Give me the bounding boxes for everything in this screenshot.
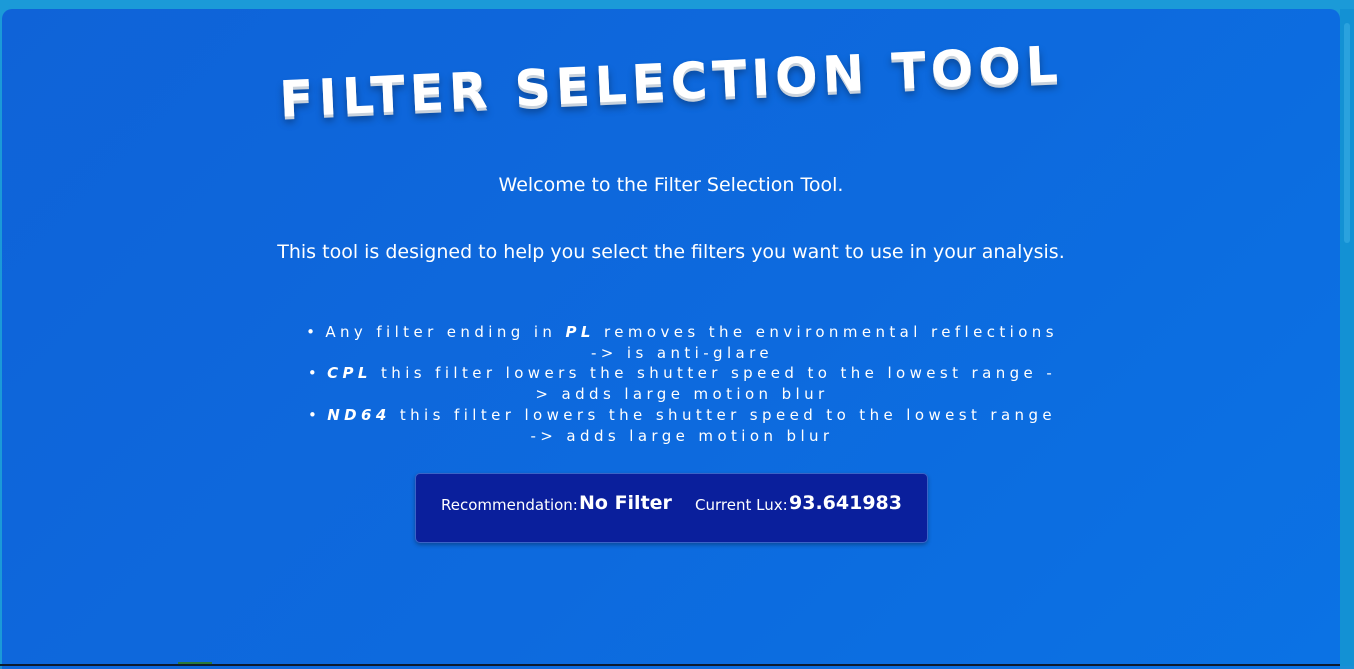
bullet-icon: •	[307, 405, 322, 424]
filter-note-pl: • Any filter ending in PL removes the env…	[302, 322, 1062, 363]
description-text: This tool is designed to help you select…	[277, 241, 1065, 263]
filter-keyword: ND64	[327, 405, 391, 424]
filter-keyword: PL	[565, 323, 595, 341]
filter-notes-list: • Any filter ending in PL removes the env…	[302, 322, 1062, 446]
filter-note-nd64: • ND64 this filter lowers the shutter spe…	[302, 405, 1062, 446]
recommendation-panel: Recommendation: No Filter Current Lux: 9…	[415, 473, 928, 543]
filter-keyword: CPL	[327, 364, 372, 383]
page-title: FILTER SELECTION TOOL	[278, 35, 1064, 129]
note-text-after: this filter lowers the shutter speed to …	[390, 405, 1057, 445]
welcome-text: Welcome to the Filter Selection Tool.	[498, 174, 844, 196]
bullet-icon: •	[307, 364, 322, 383]
recommendation-value: No Filter	[579, 492, 672, 514]
note-text-after: removes the environmental reflections ->…	[590, 323, 1058, 362]
current-lux-label: Current Lux:	[695, 496, 788, 514]
note-text-before: Any filter ending in	[325, 323, 566, 341]
note-text-after: this filter lowers the shutter speed to …	[371, 364, 1057, 404]
main-panel: FILTER SELECTION TOOL Welcome to the Fil…	[2, 9, 1340, 669]
scrollbar-thumb[interactable]	[1344, 23, 1350, 243]
current-lux-value: 93.641983	[789, 492, 902, 514]
filter-note-cpl: • CPL this filter lowers the shutter spee…	[302, 363, 1062, 404]
bullet-icon: •	[306, 323, 320, 341]
recommendation-label: Recommendation:	[441, 496, 578, 514]
vertical-scrollbar[interactable]	[1340, 9, 1354, 666]
